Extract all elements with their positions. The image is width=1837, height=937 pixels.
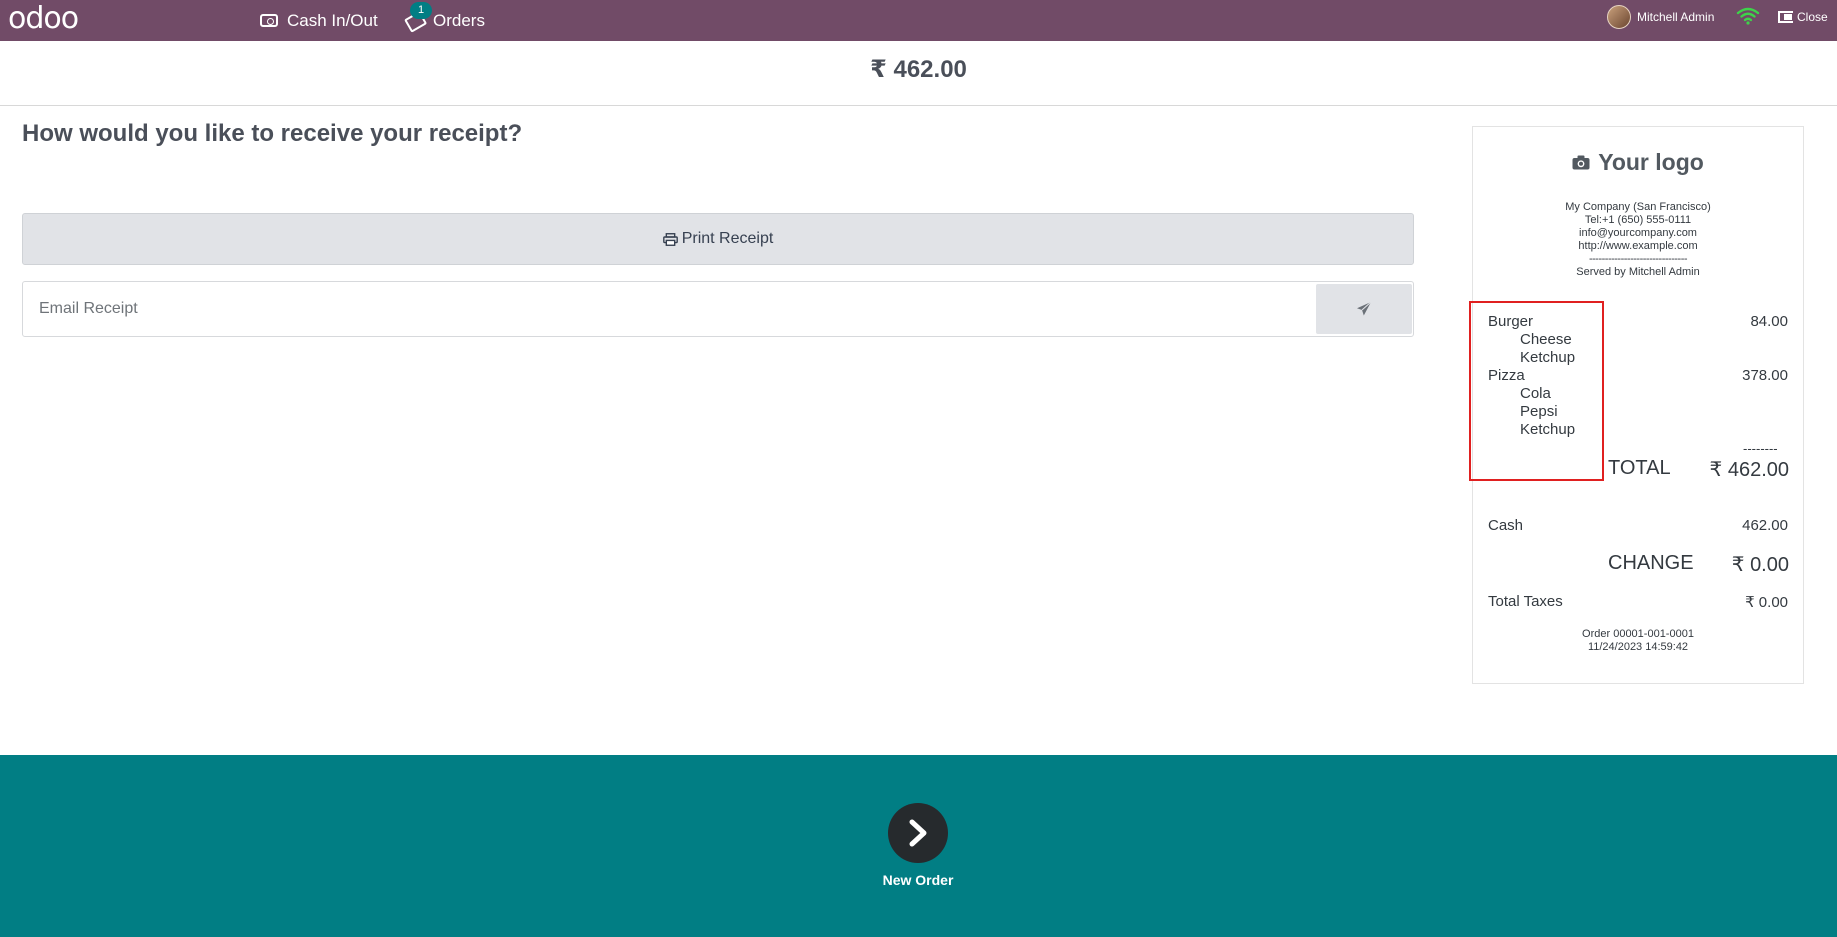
email-receipt-input[interactable] <box>23 282 1314 336</box>
list-item: Cheese <box>1488 331 1788 349</box>
list-item: Ketchup <box>1488 349 1788 367</box>
receipt-logo: Your logo <box>1473 149 1803 176</box>
close-label: Close <box>1797 10 1828 24</box>
line-name: Pizza <box>1488 367 1525 384</box>
order-total-amount: ₹ 462.00 <box>870 56 967 83</box>
line-name: Ketchup <box>1520 349 1576 366</box>
print-receipt-label: Print Receipt <box>681 230 774 247</box>
order-date: 11/24/2023 14:59:42 <box>1587 641 1689 653</box>
orders-count-badge: 1 <box>410 2 432 19</box>
receipt-logo-text: Your logo <box>1598 149 1704 175</box>
paper-plane-icon <box>1357 301 1372 316</box>
taxes-label: Total Taxes <box>1488 593 1563 610</box>
email-receipt-group <box>22 281 1414 337</box>
user-menu[interactable]: Mitchell Admin <box>1607 0 1714 34</box>
order-reference: Order 00001-001-0001 <box>1582 628 1694 640</box>
top-navbar: odoo Cash In/Out Orders 1 Mitchell Admin… <box>0 0 1837 41</box>
user-name: Mitchell Admin <box>1637 10 1715 24</box>
receipt-total-row: TOTAL ₹ 462.00 <box>1473 457 1803 485</box>
line-price: 84.00 <box>1750 313 1788 330</box>
list-item: Cola <box>1488 385 1788 403</box>
close-button[interactable]: Close <box>1778 0 1828 34</box>
sign-out-icon <box>1778 11 1793 23</box>
new-order-label: New Order <box>882 872 954 888</box>
chevron-right-icon <box>909 819 927 847</box>
served-by: Served by Mitchell Admin <box>1576 266 1700 278</box>
new-order-button[interactable] <box>888 803 948 863</box>
amount-header: ₹ 462.00 <box>0 41 1837 106</box>
payment-row: Cash 462.00 <box>1488 517 1788 534</box>
payment-method: Cash <box>1488 517 1524 534</box>
taxes-row: Total Taxes ₹ 0.00 <box>1488 593 1788 611</box>
cash-in-out-label: Cash In/Out <box>287 10 378 30</box>
line-name: Burger <box>1488 313 1534 330</box>
receipt-preview: Your logo My Company (San Francisco) Tel… <box>1472 126 1804 684</box>
taxes-value: ₹ 0.00 <box>1745 594 1788 611</box>
list-item: Ketchup <box>1488 421 1788 439</box>
avatar <box>1607 5 1631 29</box>
list-item: Pepsi <box>1488 403 1788 421</box>
company-name: My Company (San Francisco) <box>1565 201 1711 213</box>
total-value: ₹ 462.00 <box>1709 459 1789 481</box>
line-name: Ketchup <box>1520 421 1576 438</box>
company-divider: ------------------------------- <box>1588 253 1688 265</box>
company-email: info@yourcompany.com <box>1579 227 1697 239</box>
list-item: Pizza 378.00 <box>1488 367 1788 385</box>
company-info: My Company (San Francisco) Tel:+1 (650) … <box>1473 201 1803 279</box>
camera-icon <box>1572 155 1590 170</box>
receipt-question: How would you like to receive your recei… <box>22 120 523 147</box>
line-price: 378.00 <box>1742 367 1788 384</box>
send-email-button[interactable] <box>1316 284 1412 334</box>
change-label: CHANGE <box>1608 552 1694 574</box>
cash-in-out-button[interactable]: Cash In/Out <box>260 0 378 41</box>
list-item: Burger 84.00 <box>1488 313 1788 331</box>
order-info: Order 00001-001-0001 11/24/2023 14:59:42 <box>1473 628 1803 654</box>
line-name: Cheese <box>1520 331 1572 348</box>
odoo-logo: odoo <box>8 1 79 36</box>
money-icon <box>260 14 278 27</box>
total-label: TOTAL <box>1608 457 1671 479</box>
change-value: ₹ 0.00 <box>1731 554 1789 576</box>
printer-icon <box>662 232 678 246</box>
company-phone: Tel:+1 (650) 555-0111 <box>1584 214 1692 226</box>
change-row: CHANGE ₹ 0.00 <box>1473 552 1803 578</box>
company-website: http://www.example.com <box>1578 240 1698 252</box>
wifi-icon <box>1736 7 1760 25</box>
payment-amount: 462.00 <box>1742 517 1788 534</box>
line-name: Cola <box>1520 385 1551 402</box>
line-name: Pepsi <box>1520 403 1558 420</box>
total-separator: -------- <box>1743 441 1778 456</box>
receipt-order-lines: Burger 84.00 Cheese Ketchup Pizza 378.00 C… <box>1488 313 1788 439</box>
orders-label: Orders <box>433 10 485 30</box>
print-receipt-button[interactable]: Print Receipt <box>22 213 1414 265</box>
